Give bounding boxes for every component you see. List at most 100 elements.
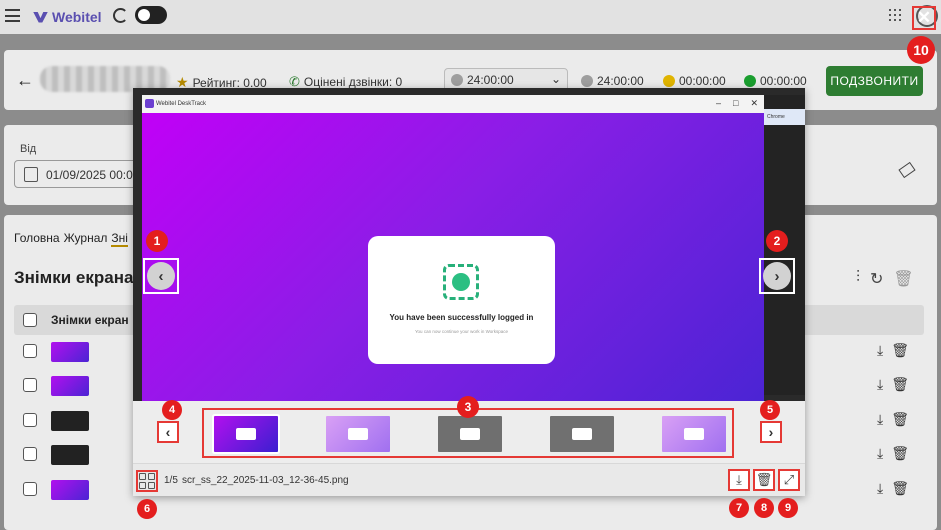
back-arrow-icon[interactable]: ←	[16, 70, 34, 91]
row-actions: ⤓ 🗑	[877, 480, 909, 497]
tabs: Головна Журнал Зні	[14, 231, 128, 247]
tab-screenshots[interactable]: Зні	[111, 231, 128, 247]
annotation-badge: 2	[766, 230, 788, 252]
rated-calls-label: Оцінені дзвінки: 0	[303, 75, 403, 89]
thumbnail-1[interactable]	[214, 416, 278, 452]
trash-icon[interactable]: 🗑	[891, 445, 909, 462]
apps-icon[interactable]	[889, 9, 901, 21]
chevron-left-icon: ‹	[165, 424, 171, 440]
login-subtitle: You can now continue your work in Worksp…	[414, 329, 509, 334]
close-icon: ✕	[916, 8, 932, 27]
download-icon[interactable]: ⤓	[877, 480, 883, 497]
verified-badge-icon	[443, 264, 479, 300]
status-time: 00:00:00	[679, 74, 726, 88]
chevron-right-icon: ›	[763, 262, 791, 290]
row-checkbox[interactable]	[23, 344, 37, 358]
tab-main[interactable]: Головна	[14, 231, 60, 247]
chevron-down-icon: ⌄	[550, 72, 561, 86]
strip-prev-button[interactable]: ‹	[157, 421, 179, 443]
row-checkbox[interactable]	[23, 413, 37, 427]
trash-icon: 🗑	[755, 472, 773, 487]
status-timer-3: 00:00:00	[744, 74, 807, 88]
expand-icon: ⤢	[783, 472, 795, 487]
filter-icon[interactable]: ⫶	[856, 269, 860, 289]
trash-icon[interactable]: 🗑	[891, 411, 909, 428]
annotation-badge: 9	[778, 498, 798, 518]
annotation-badge: 10	[907, 36, 935, 64]
desktrack-logo-icon	[145, 99, 154, 108]
status-dot	[744, 75, 756, 87]
trash-icon[interactable]: 🗑	[891, 480, 909, 497]
screenshot-viewer: Chrome Webitel DeskTrack – □ ✕ You have be…	[133, 88, 805, 496]
row-checkbox[interactable]	[23, 447, 37, 461]
chevron-right-icon: ›	[768, 424, 774, 440]
chevron-left-icon: ‹	[147, 262, 175, 290]
login-success-card: You have been successfully logged in You…	[368, 236, 555, 364]
row-thumbnail[interactable]	[51, 480, 89, 500]
grid-icon	[139, 473, 146, 480]
annotation-badge: 1	[146, 230, 168, 252]
table-tools: ⫶ ↻ 🗑	[856, 269, 914, 289]
row-checkbox[interactable]	[23, 378, 37, 392]
download-button[interactable]: ⤓	[728, 469, 750, 491]
status-timer-1: 24:00:00	[581, 74, 644, 88]
annotation-badge: 7	[729, 498, 749, 518]
row-thumbnail[interactable]	[51, 342, 89, 362]
status-dot	[581, 75, 593, 87]
download-icon[interactable]: ⤓	[877, 411, 883, 428]
row-actions: ⤓ 🗑	[877, 445, 909, 462]
row-checkbox[interactable]	[23, 482, 37, 496]
annotation-badge: 8	[754, 498, 774, 518]
row-actions: ⤓ 🗑	[877, 411, 909, 428]
thumbnail-4[interactable]	[550, 416, 614, 452]
window-titlebar: Webitel DeskTrack – □ ✕	[142, 95, 764, 113]
fullscreen-button[interactable]: ⤢	[778, 469, 800, 491]
select-all-checkbox[interactable]	[23, 313, 37, 327]
download-icon[interactable]: ⤓	[877, 342, 883, 359]
brand-name: Webitel	[52, 9, 102, 25]
moon-icon	[113, 8, 128, 23]
download-icon[interactable]: ⤓	[877, 376, 883, 393]
theme-toggle[interactable]	[135, 6, 167, 24]
close-viewer-button[interactable]: ✕	[912, 6, 936, 30]
annotation-badge: 6	[137, 499, 157, 519]
thumbnail-5[interactable]	[662, 416, 726, 452]
screenshot-image: Chrome Webitel DeskTrack – □ ✕ You have be…	[133, 88, 805, 401]
tab-journal[interactable]: Журнал	[64, 231, 108, 247]
row-thumbnail[interactable]	[51, 445, 89, 465]
trash-icon[interactable]: 🗑	[893, 269, 913, 289]
thumbnail-2[interactable]	[326, 416, 390, 452]
browser-tab: Chrome	[764, 109, 805, 125]
annotation-badge: 4	[162, 400, 182, 420]
row-thumbnail[interactable]	[51, 376, 89, 396]
thumbnail-3[interactable]	[438, 416, 502, 452]
top-bar: Webitel	[0, 0, 941, 34]
from-date-field[interactable]: 01/09/2025 00:00	[14, 160, 144, 188]
delete-button[interactable]: 🗑	[753, 469, 775, 491]
prev-image-button[interactable]: ‹	[143, 258, 179, 294]
window-controls: – □ ✕	[716, 98, 758, 108]
image-filename: scr_ss_22_2025-11-03_12-36-45.png	[182, 475, 349, 486]
refresh-icon[interactable]: ↻	[870, 269, 883, 289]
trash-icon[interactable]: 🗑	[891, 342, 909, 359]
download-icon[interactable]: ⤓	[877, 445, 883, 462]
time-select-value: 24:00:00	[467, 73, 514, 87]
image-counter: 1/5	[164, 475, 178, 486]
row-thumbnail[interactable]	[51, 411, 89, 431]
next-image-button[interactable]: ›	[759, 258, 795, 294]
status-time: 00:00:00	[760, 74, 807, 88]
call-button[interactable]: ПОДЗВОНИТИ	[826, 66, 923, 96]
trash-icon[interactable]: 🗑	[891, 376, 909, 393]
desktrack-background: You have been successfully logged in You…	[142, 113, 764, 401]
menu-icon[interactable]	[5, 9, 20, 22]
annotation-badge: 5	[760, 400, 780, 420]
column-title: Знімки екран	[51, 313, 129, 327]
strip-next-button[interactable]: ›	[760, 421, 782, 443]
status-timer-2: 00:00:00	[663, 74, 726, 88]
status-dot	[451, 74, 463, 86]
status-time: 24:00:00	[597, 74, 644, 88]
download-icon: ⤓	[736, 472, 742, 487]
grid-view-button[interactable]	[136, 470, 158, 492]
section-title: Знімки екрана	[14, 268, 134, 287]
from-label: Від	[20, 143, 37, 155]
